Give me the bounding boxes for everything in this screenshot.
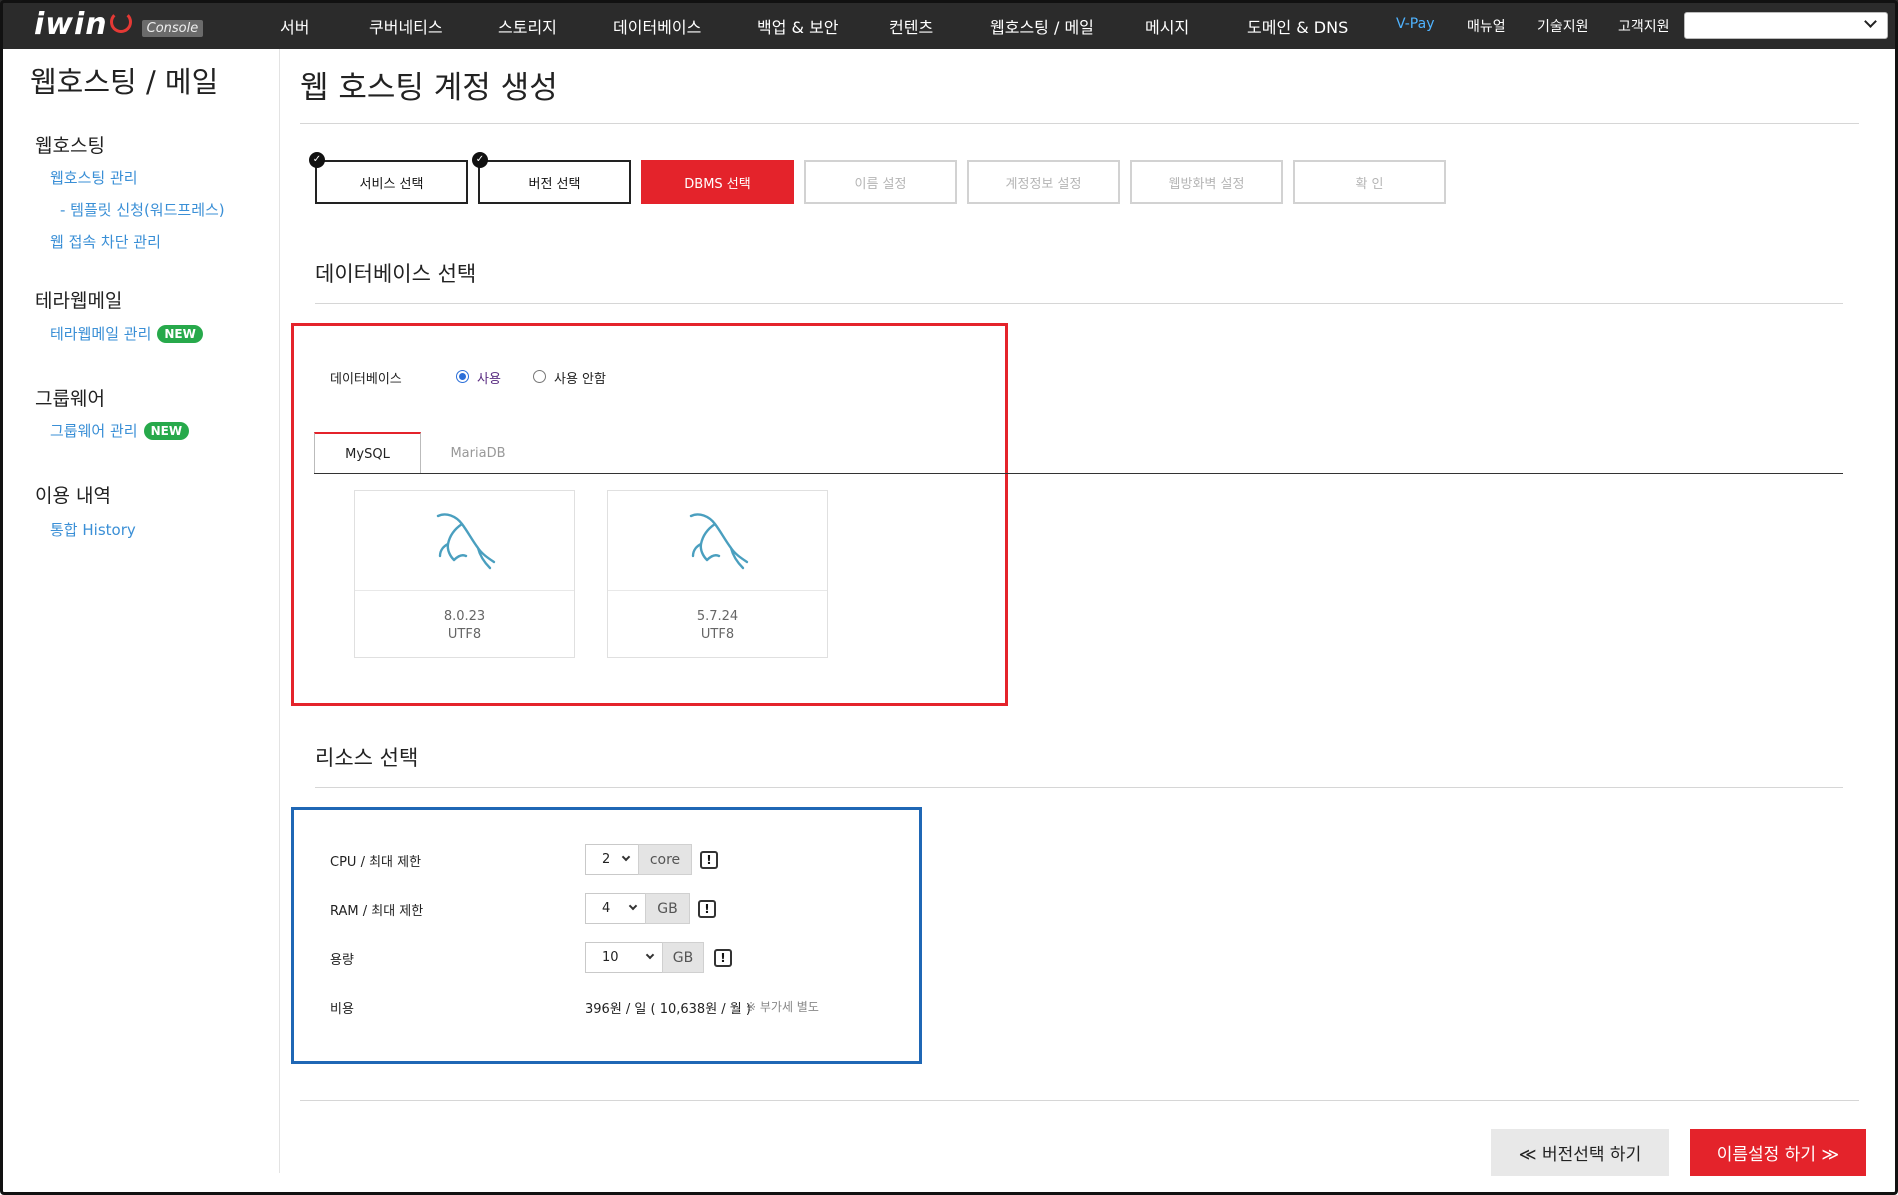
chevron-down-icon xyxy=(1864,15,1877,28)
console-badge: Console xyxy=(141,19,204,37)
logo-mark-icon xyxy=(109,11,132,33)
chevron-down-icon xyxy=(628,901,638,911)
db-section-divider xyxy=(315,303,1843,304)
disk-select[interactable]: 10 xyxy=(585,942,663,973)
nav-util-customer-support[interactable]: 고객지원 xyxy=(1618,16,1670,36)
disk-info-icon[interactable]: ! xyxy=(714,949,732,967)
sidebar-link-groupware-manage[interactable]: 그룹웨어 관리 NEW xyxy=(50,420,190,441)
sidebar-group-groupware: 그룹웨어 xyxy=(35,388,105,410)
check-icon: ✓ xyxy=(472,152,488,168)
new-badge: NEW xyxy=(157,324,203,343)
cpu-unit: core xyxy=(638,844,692,875)
tab-underline xyxy=(314,473,1843,474)
nav-util-manual[interactable]: 매뉴얼 xyxy=(1467,16,1506,36)
disk-unit: GB xyxy=(662,942,704,973)
nav-item-contents[interactable]: 컨텐츠 xyxy=(889,14,933,38)
cpu-select-value: 2 xyxy=(602,852,611,867)
version-card-5724[interactable]: 5.7.24 UTF8 xyxy=(607,490,828,658)
version-number: 5.7.24 xyxy=(696,609,739,624)
disk-label: 용량 xyxy=(330,953,354,968)
disk-select-value: 10 xyxy=(602,950,619,965)
nav-util-vpay[interactable]: V-Pay xyxy=(1396,16,1435,32)
logo[interactable]: iwin Console xyxy=(34,6,204,42)
version-charset: UTF8 xyxy=(447,627,482,642)
page-title: 웹 호스팅 계정 생성 xyxy=(300,70,558,106)
chevron-down-icon xyxy=(621,852,631,862)
account-select[interactable] xyxy=(1684,12,1888,39)
sidebar: 웹호스팅 / 메일 웹호스팅 웹호스팅 관리 - 템플릿 신청(워드프레스) 웹… xyxy=(0,49,280,1173)
top-nav: iwin Console 서버 쿠버네티스 스토리지 데이터베이스 백업 & 보… xyxy=(0,0,1898,49)
next-step-button[interactable]: 이름설정 하기 ≫ xyxy=(1690,1129,1866,1176)
chevron-down-icon xyxy=(645,950,655,960)
logo-text: iwin xyxy=(34,6,108,42)
nav-item-storage[interactable]: 스토리지 xyxy=(498,14,557,38)
check-icon: ✓ xyxy=(309,152,325,168)
version-charset: UTF8 xyxy=(700,627,735,642)
prev-step-button[interactable]: ≪ 버전선택 하기 xyxy=(1491,1129,1669,1176)
mysql-dolphin-icon xyxy=(608,491,827,591)
sidebar-group-usage: 이용 내역 xyxy=(35,485,111,507)
step-label: 이름 설정 xyxy=(854,176,907,192)
mysql-dolphin-icon xyxy=(355,491,574,591)
nav-item-kubernetes[interactable]: 쿠버네티스 xyxy=(369,14,443,38)
new-badge: NEW xyxy=(143,421,190,440)
step-label: 확 인 xyxy=(1355,176,1384,192)
step-waf-setting: 웹방화벽 설정 xyxy=(1130,160,1283,204)
title-divider xyxy=(300,123,1859,124)
nav-item-database[interactable]: 데이터베이스 xyxy=(613,14,701,38)
nav-item-domain-dns[interactable]: 도메인 & DNS xyxy=(1247,14,1348,38)
sidebar-group-terawebmail: 테라웹메일 xyxy=(35,290,123,312)
cost-note: ※ 부가세 별도 xyxy=(746,1000,819,1014)
cpu-select[interactable]: 2 xyxy=(585,844,639,875)
step-label: 버전 선택 xyxy=(528,176,581,192)
ram-select[interactable]: 4 xyxy=(585,893,646,924)
nav-util-tech-support[interactable]: 기술지원 xyxy=(1537,16,1589,36)
step-version-select[interactable]: ✓ 버전 선택 xyxy=(472,152,631,204)
step-label: 계정정보 설정 xyxy=(1005,176,1082,192)
radio-db-nouse-label[interactable]: 사용 안함 xyxy=(554,368,606,387)
cpu-label: CPU / 최대 제한 xyxy=(330,855,422,870)
version-number: 8.0.23 xyxy=(443,609,486,624)
resource-section-divider xyxy=(315,787,1843,788)
radio-db-use-label[interactable]: 사용 xyxy=(477,368,501,387)
step-service-select[interactable]: ✓ 서비스 선택 xyxy=(309,152,468,204)
nav-item-webhosting-mail[interactable]: 웹호스팅 / 메일 xyxy=(990,14,1094,38)
ram-unit: GB xyxy=(645,893,690,924)
tab-mysql[interactable]: MySQL xyxy=(314,432,421,474)
step-confirm: 확 인 xyxy=(1293,160,1446,204)
step-name-setting: 이름 설정 xyxy=(804,160,957,204)
version-card-8023[interactable]: 8.0.23 UTF8 xyxy=(354,490,575,658)
nav-item-server[interactable]: 서버 xyxy=(280,14,309,38)
sidebar-title: 웹호스팅 / 메일 xyxy=(30,65,219,99)
step-account-info: 계정정보 설정 xyxy=(967,160,1120,204)
sidebar-link-web-access-block[interactable]: 웹 접속 차단 관리 xyxy=(50,231,161,252)
sidebar-link-template-wordpress[interactable]: - 템플릿 신청(워드프레스) xyxy=(60,199,225,220)
step-dbms-select[interactable]: DBMS 선택 xyxy=(641,160,794,204)
nav-item-backup-security[interactable]: 백업 & 보안 xyxy=(757,14,839,38)
database-label: 데이터베이스 xyxy=(330,372,402,387)
cost-label: 비용 xyxy=(330,1002,354,1017)
sidebar-link-label: 그룹웨어 관리 xyxy=(50,422,138,440)
sidebar-link-history[interactable]: 통합 History xyxy=(50,519,136,540)
step-label: 웹방화벽 설정 xyxy=(1168,176,1245,192)
ram-info-icon[interactable]: ! xyxy=(698,900,716,918)
sidebar-group-webhosting: 웹호스팅 xyxy=(35,135,105,157)
radio-db-use[interactable] xyxy=(456,370,469,383)
cpu-info-icon[interactable]: ! xyxy=(700,851,718,869)
ram-label: RAM / 최대 제한 xyxy=(330,904,424,919)
sidebar-link-webhosting-manage[interactable]: 웹호스팅 관리 xyxy=(50,167,138,188)
sidebar-link-label: 테라웹메일 관리 xyxy=(50,325,152,343)
cost-value: 396원 / 일 ( 10,638원 / 월 ) xyxy=(585,1002,751,1017)
step-label: 서비스 선택 xyxy=(359,176,424,192)
tab-mariadb[interactable]: MariaDB xyxy=(430,432,526,474)
nav-item-message[interactable]: 메시지 xyxy=(1145,14,1189,38)
db-section-title: 데이터베이스 선택 xyxy=(315,262,477,286)
resource-section-title: 리소스 선택 xyxy=(315,746,419,770)
sidebar-link-terawebmail-manage[interactable]: 테라웹메일 관리 NEW xyxy=(50,323,203,344)
footer-divider xyxy=(300,1100,1859,1101)
ram-select-value: 4 xyxy=(602,901,611,916)
radio-db-nouse[interactable] xyxy=(533,370,546,383)
step-label: DBMS 선택 xyxy=(684,176,751,192)
